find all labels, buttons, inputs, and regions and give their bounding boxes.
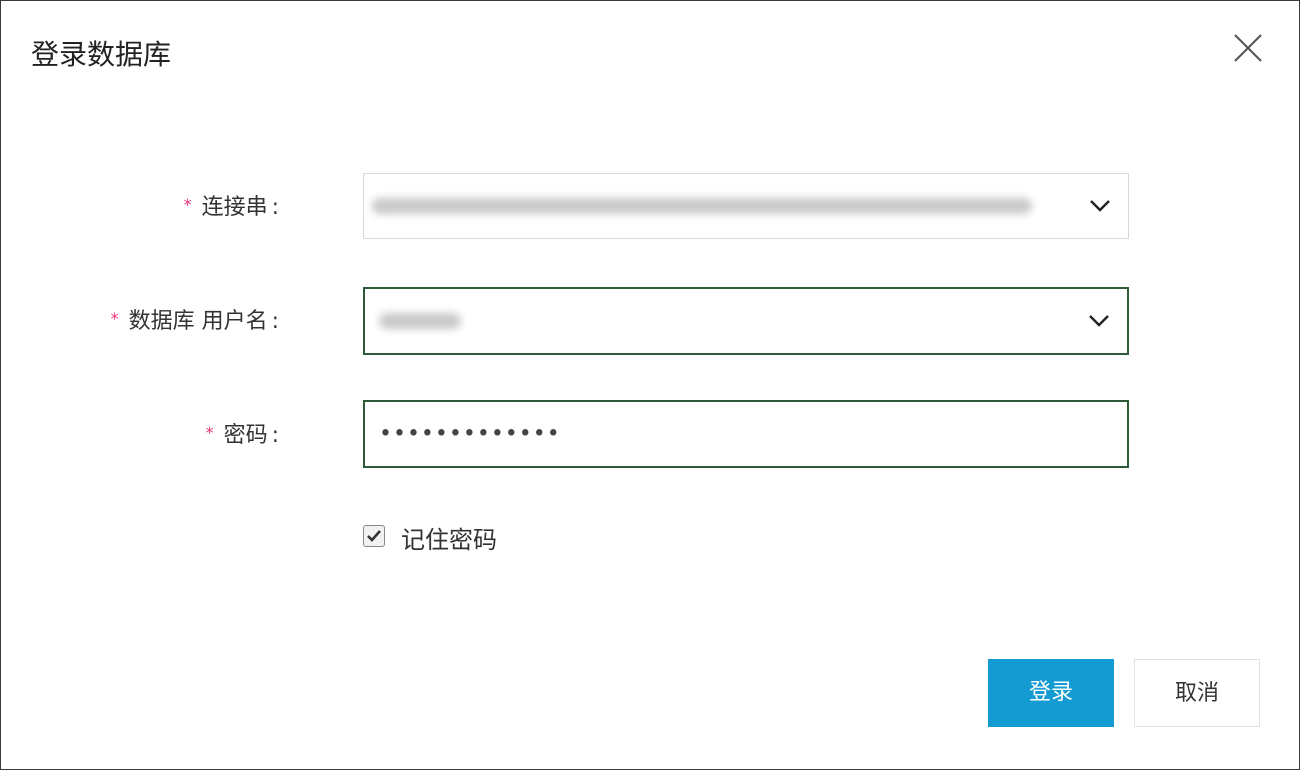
checkmark-icon	[367, 530, 381, 542]
remember-label: 记住密码	[401, 526, 497, 554]
password-input[interactable]: •••••••••••••	[363, 400, 1129, 468]
chevron-down-icon[interactable]	[1085, 307, 1113, 335]
cancel-button[interactable]: 取消	[1134, 659, 1260, 727]
required-mark: *	[205, 423, 214, 442]
required-mark: *	[183, 195, 192, 214]
username-label: * 数据库 用户名:	[111, 304, 279, 337]
required-mark: *	[110, 309, 119, 328]
remember-password[interactable]: 记住密码	[363, 517, 497, 555]
label-colon: :	[271, 423, 279, 448]
password-label: * 密码:	[206, 418, 279, 451]
connection-label: * 连接串:	[184, 190, 279, 223]
username-value-blurred	[379, 313, 461, 329]
connection-value-blurred	[372, 198, 1032, 214]
username-select[interactable]	[363, 287, 1129, 355]
password-label-text: 密码	[223, 423, 268, 448]
connection-select[interactable]	[363, 173, 1129, 239]
label-colon: :	[271, 309, 279, 334]
login-dialog: 登录数据库 * 连接串: * 数据库 用户名: * 密码: •••••••••••••	[0, 0, 1300, 770]
label-colon: :	[271, 195, 279, 220]
remember-checkbox[interactable]	[363, 525, 385, 547]
username-label-text: 数据库 用户名	[128, 309, 268, 334]
password-masked-value: •••••••••••••	[379, 421, 561, 447]
chevron-down-icon[interactable]	[1086, 192, 1114, 220]
dialog-title: 登录数据库	[31, 38, 172, 71]
connection-label-text: 连接串	[201, 195, 268, 220]
close-icon[interactable]	[1231, 31, 1265, 65]
login-button[interactable]: 登录	[988, 659, 1114, 727]
